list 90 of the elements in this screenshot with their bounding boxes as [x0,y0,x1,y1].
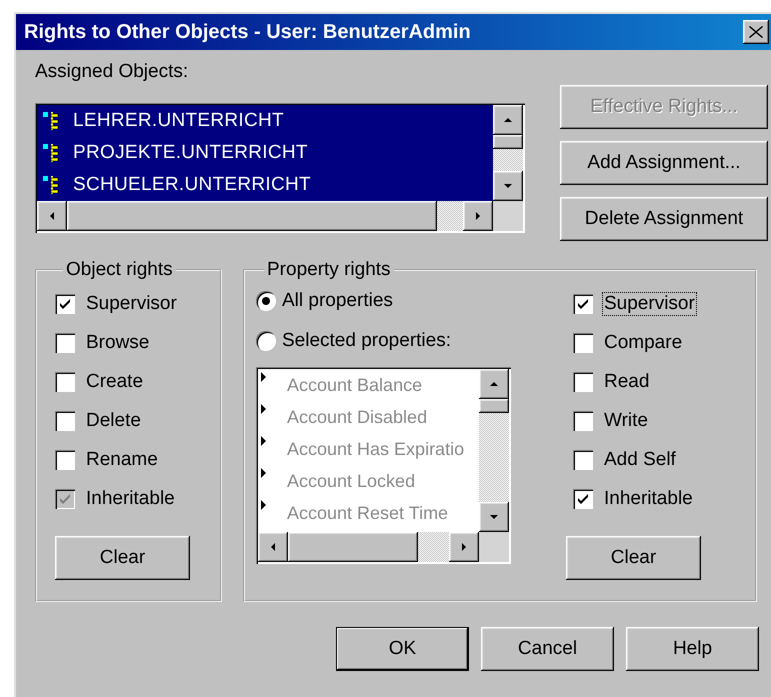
vertical-scrollbar[interactable] [479,369,509,532]
horizontal-scrollbar[interactable] [258,532,509,562]
checkbox[interactable] [573,372,593,392]
check-icon [58,296,72,310]
triangle-icon [489,379,499,389]
action-button[interactable]: Delete Assignment [560,197,768,241]
scrollbar-track[interactable] [437,201,463,231]
scrollbar-thumb[interactable] [67,201,437,231]
property-name: Account Has Expiratio [287,438,464,461]
group-title: Object rights [65,259,174,281]
scroll-right-button[interactable] [463,201,493,231]
tree-icon [43,174,59,196]
object-name: PROJEKTE.UNTERRICHT [73,142,308,164]
list-item[interactable]: SCHUELER.UNTERRICHT [37,169,493,201]
scrollbar-corner [493,201,523,231]
scrollbar-thumb[interactable] [493,135,523,149]
scroll-left-button[interactable] [258,532,288,562]
triangle-icon [473,211,483,221]
triangle-icon [261,372,267,382]
checkbox[interactable] [55,372,75,392]
tree-icon [43,110,59,132]
option-label: Add Self [603,448,677,472]
option-label: Create [85,370,144,394]
group-title: Property rights [266,259,392,281]
clear-button[interactable]: Clear [55,536,190,580]
property-name: Account Disabled [287,406,428,429]
close-button[interactable] [743,20,769,44]
dialog-button[interactable]: Help [626,627,759,671]
checkbox[interactable] [573,332,593,352]
radio-button[interactable] [256,291,276,311]
option-label: Inheritable [603,486,694,510]
option-label: Delete [85,408,142,432]
list-item[interactable]: LEHRER.UNTERRICHT [37,105,493,137]
triangle-icon [503,115,513,125]
assigned-objects-list[interactable]: LEHRER.UNTERRICHT PROJEKTE.UNTERRICHT SCHUELER.UNTERRICHT [35,103,525,233]
clear-button[interactable]: Clear [566,536,701,580]
option-label: Browse [85,330,150,354]
scroll-up-button[interactable] [493,105,523,135]
close-icon [749,26,763,38]
triangle-icon [489,512,499,522]
checkbox[interactable] [573,450,593,470]
option-label: Supervisor [85,292,178,316]
action-button[interactable]: Add Assignment... [560,141,768,185]
checkbox[interactable] [55,450,75,470]
checkbox[interactable] [573,410,593,430]
checkbox[interactable] [55,294,75,314]
scroll-right-button[interactable] [449,532,479,562]
window-title: Rights to Other Objects - User: BenutzerAdmin [24,20,471,44]
option-label: Write [603,408,649,432]
radio-button[interactable] [256,331,276,351]
property-name: Account Locked [287,470,416,493]
checkbox[interactable] [55,332,75,352]
scroll-down-button[interactable] [479,502,509,532]
triangle-icon [459,542,469,552]
triangle-icon [503,181,513,191]
scrollbar-track[interactable] [493,149,523,171]
triangle-icon [261,404,267,414]
option-label: Read [603,370,650,394]
assigned-objects-label: Assigned Objects: [35,60,188,84]
triangle-icon [261,500,267,510]
dialog-button[interactable]: OK [336,627,469,671]
option-label: Supervisor [602,292,697,316]
scrollbar-corner [479,532,509,562]
scrollbar-thumb[interactable] [288,532,418,562]
option-label: All properties [281,289,394,313]
tree-icon [43,142,59,164]
checkbox[interactable] [573,488,593,508]
option-label: Selected properties: [281,329,452,353]
object-name: SCHUELER.UNTERRICHT [73,174,311,196]
triangle-icon [261,468,267,478]
list-item[interactable]: PROJEKTE.UNTERRICHT [37,137,493,169]
checkbox[interactable] [573,294,593,314]
property-name: Account Reset Time [287,502,448,525]
scroll-up-button[interactable] [479,369,509,399]
scroll-down-button[interactable] [493,171,523,201]
property-name: Account Balance [287,374,422,397]
check-icon [576,492,590,506]
check-icon [576,296,590,310]
scrollbar-thumb[interactable] [479,399,509,413]
object-name: LEHRER.UNTERRICHT [73,110,284,132]
option-label: Compare [603,330,684,354]
vertical-scrollbar[interactable] [493,105,523,201]
option-label: Rename [85,448,159,472]
horizontal-scrollbar[interactable] [37,201,523,231]
check-icon [58,492,72,506]
dialog-button[interactable]: Cancel [481,627,614,671]
checkbox[interactable] [55,410,75,430]
triangle-icon [261,436,267,446]
scroll-left-button[interactable] [37,201,67,231]
option-label: Inheritable [85,486,176,510]
